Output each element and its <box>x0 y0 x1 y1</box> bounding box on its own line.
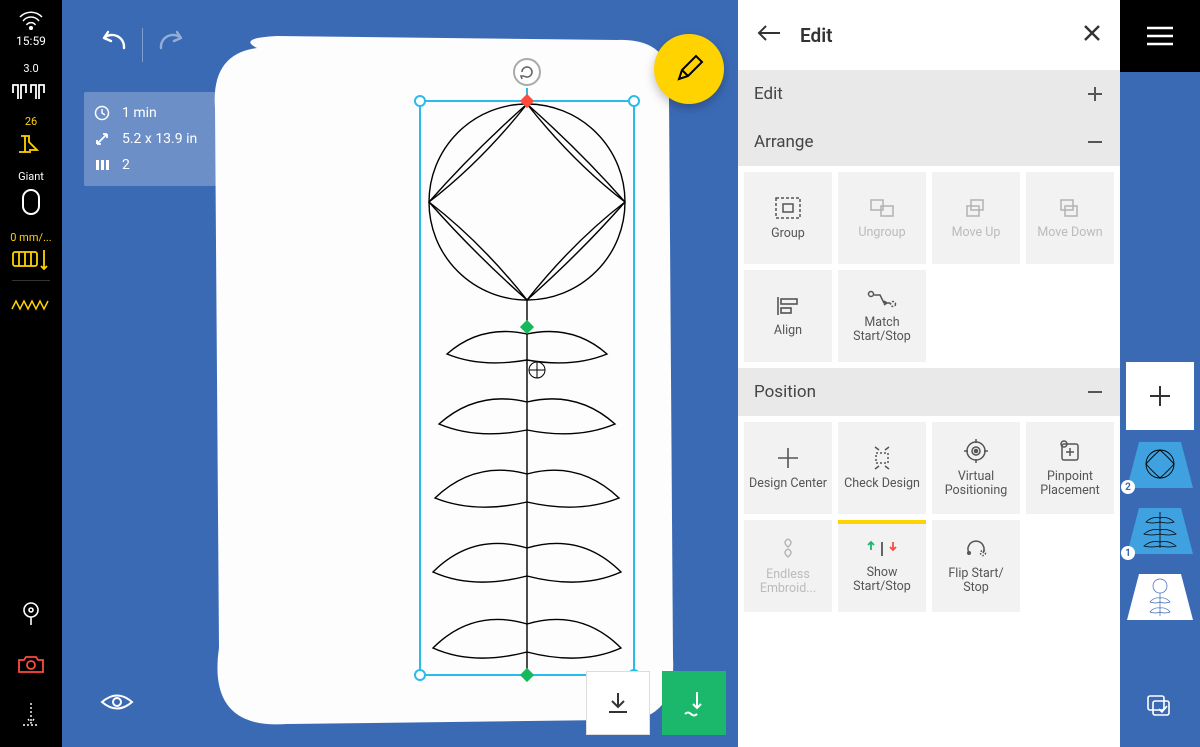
tile-group[interactable]: Group <box>744 172 832 264</box>
tile-show-start-stop[interactable]: Show Start/Stop <box>838 520 926 612</box>
camera-icon[interactable] <box>16 653 46 675</box>
wifi-icon <box>18 10 44 30</box>
menu-button[interactable] <box>1120 0 1200 72</box>
edit-pencil-button[interactable] <box>654 34 724 104</box>
stitch-speed[interactable]: 3.0 <box>11 62 51 101</box>
tile-ungroup: Ungroup <box>838 172 926 264</box>
redo-button[interactable] <box>157 30 191 60</box>
download-button[interactable] <box>586 671 650 735</box>
tile-virtual-positioning[interactable]: Virtual Positioning <box>932 422 1020 514</box>
undo-redo-toolbar <box>94 28 191 62</box>
design-canvas-area: 1 min 5.2 x 13.9 in 2 <box>62 0 738 747</box>
stitch-type-icon[interactable] <box>11 299 51 311</box>
back-button[interactable] <box>756 23 782 47</box>
section-edit[interactable]: Edit <box>738 70 1120 118</box>
section-arrange[interactable]: Arrange <box>738 118 1120 166</box>
bobbin-icon[interactable] <box>20 601 42 627</box>
tile-design-center[interactable]: Design Center <box>744 422 832 514</box>
stitch-out-button[interactable] <box>662 671 726 735</box>
resize-handle-bl[interactable] <box>414 669 426 681</box>
selection-bounding-box[interactable] <box>419 100 635 676</box>
dimensions-icon <box>94 131 110 147</box>
section-position[interactable]: Position <box>738 368 1120 416</box>
minus-icon <box>1086 133 1104 151</box>
layer-thumb-1[interactable]: 1 <box>1119 500 1200 562</box>
clock-time: 15:59 <box>16 34 46 48</box>
plate-offset[interactable]: 0 mm/... <box>10 231 51 270</box>
tile-flip-start-stop[interactable]: Flip Start/ Stop <box>932 520 1020 612</box>
info-layers: 2 <box>122 157 130 173</box>
tile-align[interactable]: Align <box>744 270 832 362</box>
preview-button[interactable] <box>100 691 134 717</box>
layer-number: 1 <box>1121 546 1135 560</box>
design-canvas[interactable] <box>197 18 689 738</box>
multi-select-button[interactable] <box>1145 693 1175 725</box>
edit-panel: Edit Edit Arrange Group Ungroup Move Up … <box>738 0 1120 747</box>
tile-pinpoint-placement[interactable]: Pinpoint Placement <box>1026 422 1114 514</box>
layer-number: 2 <box>1121 480 1135 494</box>
layer-thumb-2[interactable]: 2 <box>1119 434 1200 496</box>
resize-handle-tr[interactable] <box>628 95 640 107</box>
info-time: 1 min <box>122 105 157 121</box>
tile-check-design[interactable]: Check Design <box>838 422 926 514</box>
layers-icon <box>94 157 110 173</box>
add-layer-button[interactable] <box>1126 362 1194 430</box>
mid-point-marker[interactable] <box>520 320 534 334</box>
plus-icon <box>1086 85 1104 103</box>
needle-drop-icon[interactable] <box>20 701 42 731</box>
minus-icon <box>1086 383 1104 401</box>
tile-move-up: Move Up <box>932 172 1020 264</box>
layer-thumb-combined[interactable] <box>1119 566 1200 628</box>
clock-icon <box>94 105 110 121</box>
tile-endless-embroidery: Endless Embroid... <box>744 520 832 612</box>
info-dimensions: 5.2 x 13.9 in <box>122 131 197 147</box>
rotate-handle[interactable] <box>513 58 541 86</box>
presser-foot[interactable]: 26 <box>17 115 45 156</box>
close-button[interactable] <box>1082 23 1102 47</box>
layer-thumbnails-bar: 2 1 <box>1120 0 1200 747</box>
undo-button[interactable] <box>94 30 128 60</box>
tile-move-down: Move Down <box>1026 172 1114 264</box>
tile-match-start-stop[interactable]: Match Start/Stop <box>838 270 926 362</box>
status-sidebar: 15:59 3.0 26 Giant 0 mm/... <box>0 0 62 747</box>
panel-title: Edit <box>800 24 1064 47</box>
resize-handle-tl[interactable] <box>414 95 426 107</box>
hoop-size[interactable]: Giant <box>18 170 44 217</box>
